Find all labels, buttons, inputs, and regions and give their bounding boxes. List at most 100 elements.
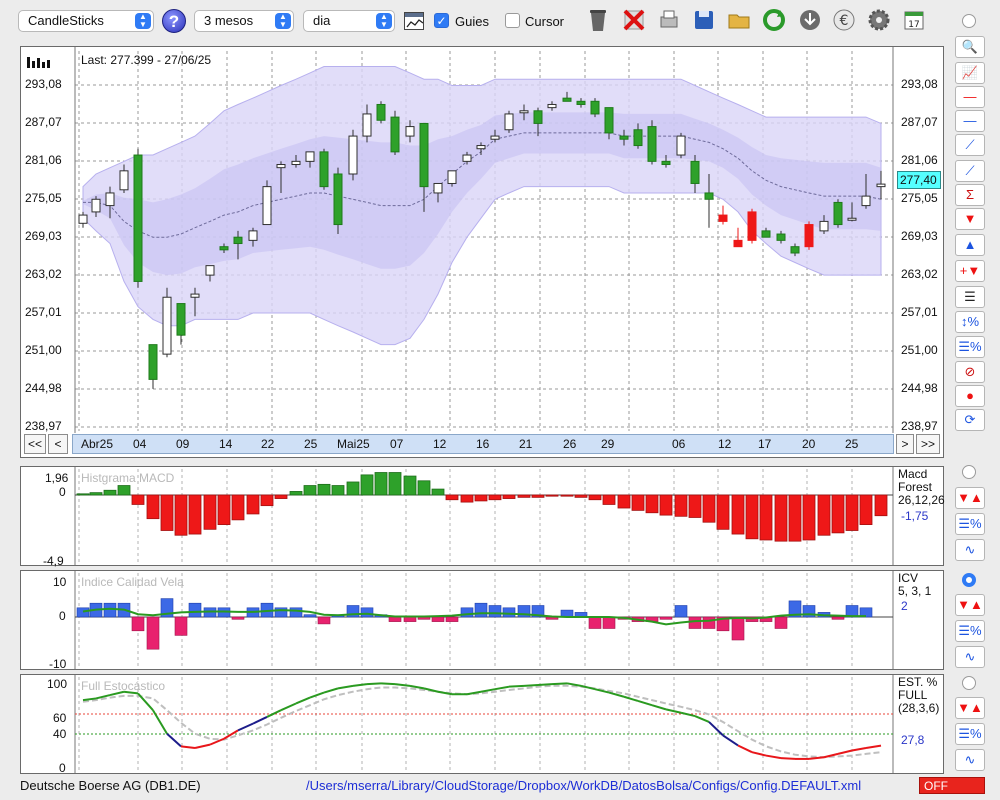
nav-prev-button[interactable]: < [48,434,68,454]
chart-type-value: CandleSticks [28,13,104,28]
macd-bar [702,494,716,523]
period-value: 3 mesos [204,13,254,28]
arrows-up-down-button[interactable]: ▼▲ [955,594,985,616]
icv-bar [231,616,245,620]
config-path-link[interactable]: /Users/mserra/Library/CloudStorage/Dropb… [306,778,861,793]
icv-bar [588,616,602,629]
macd-bar [346,481,360,496]
chart-type-select[interactable]: CandleSticks ▲ ▼ [18,10,154,32]
stochastic-segment [280,702,297,712]
stochastic-value: 27,8 [901,733,925,747]
macd-y-zero: 0 [59,485,66,499]
lines-percent-button[interactable]: ☰% [955,723,985,745]
macd-bar [445,494,459,501]
record-button[interactable]: ● [955,385,985,407]
candle-body [291,160,301,166]
icv-bar [502,607,516,618]
period-select[interactable]: 3 mesos ▲ ▼ [194,10,294,32]
open-folder-icon[interactable] [725,6,753,34]
print-icon[interactable] [655,6,683,34]
magnifier-button[interactable]: 🔍 [955,36,985,58]
macd-bar [217,494,231,525]
arrows-up-down-icon: ▼▲ [957,490,983,505]
macd-bar [174,494,188,536]
candle-body [362,113,372,137]
icv-bar [659,616,673,620]
range-percent-button[interactable]: ↕% [955,311,985,333]
curves-button[interactable]: ∿ [955,646,985,668]
curves-button[interactable]: ∿ [955,539,985,561]
lines-percent-button[interactable]: ☰% [955,336,985,358]
icv-bar [474,602,488,618]
lines-percent-icon: ☰% [958,516,982,531]
date-label: 17 [758,437,772,451]
horizontal-line-red-button[interactable]: — [955,86,985,108]
cursor-checkbox[interactable] [505,13,520,28]
candle-body [105,192,115,207]
curves-button[interactable]: ∿ [955,749,985,771]
arrow-up-blue-icon: ▲ [963,237,977,252]
calendar-icon[interactable]: 17 [900,6,928,34]
stochastic-segment [708,721,724,737]
main-panel-radio[interactable] [962,14,976,28]
interval-select[interactable]: dia ▲ ▼ [303,10,395,32]
macd-bar [360,474,374,496]
stochastic-segment [765,754,782,760]
guides-checkbox[interactable]: ✓ [434,13,449,28]
arrow-up-blue-button[interactable]: ▲ [955,234,985,256]
y-tick-label: 238,97 [901,419,938,433]
macd-bar [517,494,531,498]
sigma-line-button[interactable]: Σ [955,184,985,206]
refresh-button[interactable]: ⟳ [955,409,985,431]
download-icon[interactable] [796,6,824,34]
trash-icon[interactable] [584,6,612,34]
stochastic-y-tick: 0 [59,761,66,775]
stochastic-segment [566,682,582,687]
macd-bar [674,494,688,517]
candle-body [490,135,500,140]
nav-next-button[interactable]: > [896,434,914,454]
euro-icon[interactable]: € [830,6,858,34]
candle-body [205,265,215,276]
date-label: 07 [390,437,404,451]
candle-body [248,230,258,241]
price-chart-button[interactable]: 📈 [955,62,985,84]
delete-chart-icon[interactable] [620,6,648,34]
candle-body [162,296,172,355]
date-label: 14 [219,437,233,451]
guides-label: Guies [455,14,489,29]
save-icon[interactable] [690,6,718,34]
candle-body [319,151,329,188]
chart-window-icon[interactable] [404,12,424,30]
help-button[interactable]: ? [162,9,186,33]
candle-body [861,195,871,207]
gear-icon[interactable] [865,6,893,34]
macd-panel-radio[interactable] [962,465,976,479]
nav-first-button[interactable]: << [24,434,46,454]
trend-grid-button[interactable]: ⟋ [955,134,985,156]
lines-button[interactable]: ☰ [955,286,985,308]
off-toggle-button[interactable]: OFF [919,777,985,794]
trend-line-button[interactable]: ⟋ [955,160,985,182]
horizontal-line-blue-button[interactable]: — [955,110,985,132]
macd-bar [745,494,759,540]
stochastic-segment [437,690,453,696]
stochastic-segment [551,682,568,686]
macd-bar [274,494,288,499]
nav-last-button[interactable]: >> [916,434,940,454]
stop-button[interactable]: ⊘ [955,361,985,383]
refresh-data-icon[interactable] [760,6,788,34]
icv-panel-radio[interactable] [962,573,976,587]
stochastic-panel-radio[interactable] [962,676,976,690]
lines-percent-button[interactable]: ☰% [955,620,985,642]
arrows-up-down-button[interactable]: ▼▲ [955,697,985,719]
add-arrows-button[interactable]: +▼ [955,260,985,282]
candle-body [619,135,629,140]
lines-percent-button[interactable]: ☰% [955,513,985,535]
candle-body [833,201,843,226]
y-tick-label: 263,02 [25,267,62,281]
arrow-down-red-button[interactable]: ▼ [955,208,985,230]
icv-bar [460,607,474,618]
arrows-up-down-button[interactable]: ▼▲ [955,487,985,509]
macd-bar [845,494,859,531]
